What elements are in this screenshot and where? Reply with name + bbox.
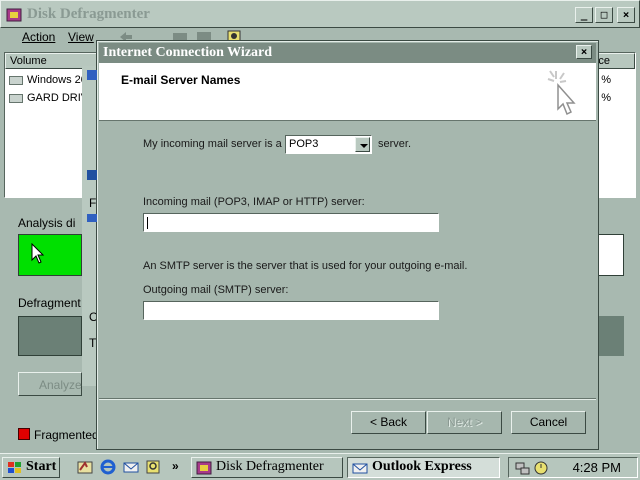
fragmented-legend-label: Fragmented (34, 428, 99, 442)
taskbar: Start » Disk Defragmenter Outlook Expres… (0, 453, 640, 480)
analysis-display-right (598, 234, 624, 276)
next-button[interactable]: Next > (427, 411, 502, 434)
windows-logo-icon (8, 462, 21, 473)
defrag-app-icon (6, 8, 22, 22)
back-button[interactable]: < Back (351, 411, 426, 434)
outlook-icon (87, 70, 97, 80)
inbox-icon (87, 170, 97, 180)
incoming-server-type-prefix: My incoming mail server is a (143, 138, 282, 150)
more-quick-launch-icon[interactable]: » (172, 459, 179, 473)
server-type-dropdown[interactable]: POP3 (285, 135, 372, 154)
server-type-value: POP3 (289, 138, 319, 150)
menu-action[interactable]: Action (22, 30, 55, 44)
network-tray-icon[interactable] (515, 460, 531, 476)
drive-icon (9, 93, 23, 103)
incoming-server-type-suffix: server. (378, 138, 412, 150)
wizard-title-bar[interactable]: Internet Connection Wizard × (99, 43, 596, 63)
chevron-down-icon[interactable] (355, 137, 370, 152)
search-icon[interactable] (145, 458, 163, 476)
wizard-header: E-mail Server Names (99, 63, 596, 121)
wizard-cursor-graphic-icon (547, 70, 576, 116)
show-desktop-icon[interactable] (76, 458, 94, 476)
defrag-title-bar[interactable]: Disk Defragmenter _ □ × (0, 0, 640, 28)
fragmented-legend-swatch (18, 428, 30, 440)
maximize-button[interactable]: □ (595, 7, 613, 23)
capacity-header-label: ce (598, 55, 610, 67)
analyze-button[interactable]: Analyze (18, 372, 82, 396)
outlook-express-icon[interactable] (122, 458, 140, 476)
internet-explorer-icon[interactable] (99, 458, 117, 476)
clock[interactable]: 4:28 PM (573, 460, 621, 475)
incoming-server-field[interactable] (143, 213, 439, 232)
wizard-title: Internet Connection Wizard (103, 45, 273, 60)
internet-connection-wizard: Internet Connection Wizard × E-mail Serv… (96, 40, 599, 450)
text-caret (147, 217, 148, 229)
analysis-display (18, 234, 82, 276)
outgoing-server-field[interactable] (143, 301, 439, 320)
volume-percent: % (601, 74, 611, 86)
minimize-button[interactable]: _ (575, 7, 593, 23)
incoming-server-input[interactable] (144, 214, 438, 231)
start-label: Start (26, 459, 57, 474)
wizard-page-title: E-mail Server Names (121, 73, 241, 87)
wizard-separator (99, 398, 596, 400)
folder-tree-icon (87, 214, 97, 222)
volume-percent: % (601, 92, 611, 104)
start-button[interactable]: Start (2, 457, 60, 478)
scheduler-tray-icon[interactable] (533, 460, 549, 476)
menu-view[interactable]: View (68, 30, 94, 44)
analysis-display-label: Analysis di (18, 216, 76, 230)
wizard-close-button[interactable]: × (576, 45, 592, 59)
volume-row[interactable]: GARD DRIV (9, 92, 88, 104)
defrag-task-icon (196, 461, 212, 475)
defrag-display (18, 316, 82, 356)
defrag-display-right (598, 316, 624, 356)
defrag-title: Disk Defragmenter (27, 6, 150, 22)
mouse-pointer-icon (31, 243, 45, 264)
volume-row[interactable]: Windows 20 (9, 74, 87, 86)
outgoing-server-input[interactable] (144, 302, 438, 319)
smtp-explanation: An SMTP server is the server that is use… (143, 260, 468, 272)
volume-header-label: Volume (10, 55, 47, 67)
system-tray: 4:28 PM (508, 457, 638, 478)
outgoing-server-label: Outgoing mail (SMTP) server: (143, 284, 289, 296)
close-button[interactable]: × (617, 7, 635, 23)
drive-icon (9, 75, 23, 85)
cancel-button[interactable]: Cancel (511, 411, 586, 434)
outlook-task-icon (352, 463, 368, 474)
defrag-display-label: Defragment (18, 296, 81, 310)
task-disk-defragmenter[interactable]: Disk Defragmenter (191, 457, 343, 478)
incoming-server-label: Incoming mail (POP3, IMAP or HTTP) serve… (143, 196, 365, 208)
task-outlook-express[interactable]: Outlook Express (347, 457, 500, 478)
